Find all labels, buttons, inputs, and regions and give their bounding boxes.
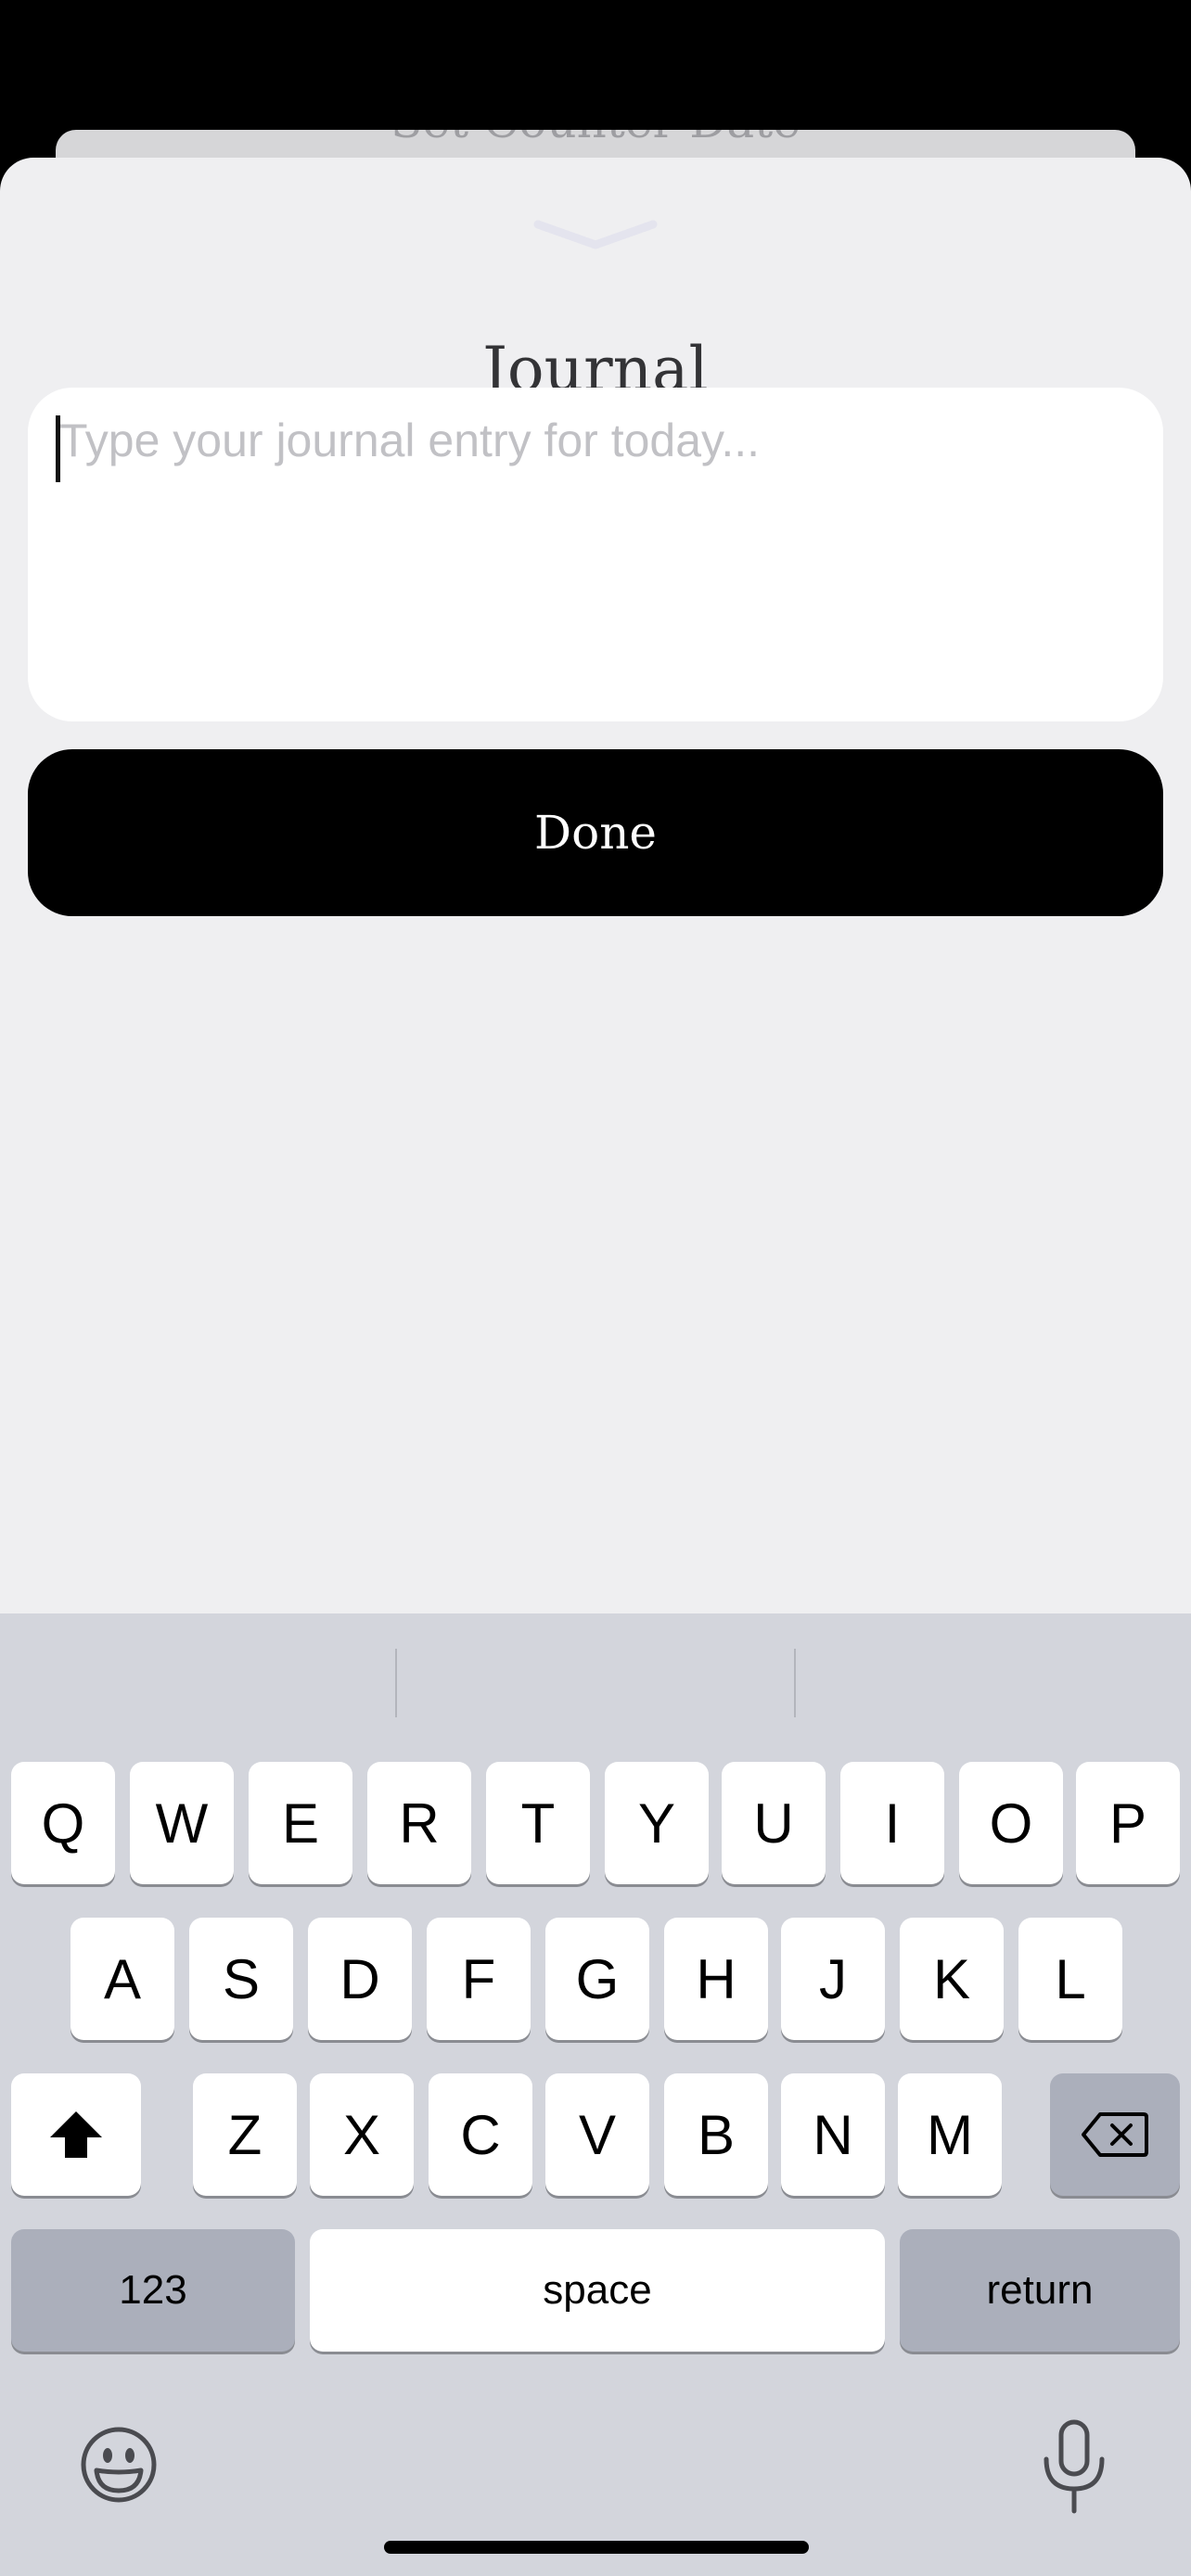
return-key[interactable]: return <box>900 2229 1180 2352</box>
key-c[interactable]: C <box>429 2073 532 2196</box>
key-n[interactable]: N <box>781 2073 885 2196</box>
journal-entry-input[interactable] <box>28 388 1163 721</box>
key-w[interactable]: W <box>130 1762 234 1884</box>
numbers-key[interactable]: 123 <box>11 2229 295 2352</box>
emoji-icon <box>81 2427 157 2503</box>
done-button[interactable]: Done <box>28 749 1163 916</box>
suggestion-divider <box>395 1649 397 1717</box>
key-t[interactable]: T <box>486 1762 590 1884</box>
key-l[interactable]: L <box>1018 1918 1122 2040</box>
space-key[interactable]: space <box>310 2229 885 2352</box>
key-u[interactable]: U <box>722 1762 826 1884</box>
key-a[interactable]: A <box>70 1918 174 2040</box>
emoji-button[interactable] <box>80 2426 158 2504</box>
delete-key[interactable] <box>1050 2073 1180 2196</box>
dictation-button[interactable] <box>1039 2418 1109 2515</box>
shift-key[interactable] <box>11 2073 141 2196</box>
key-j[interactable]: J <box>781 1918 885 2040</box>
key-r[interactable]: R <box>367 1762 471 1884</box>
keyboard: Q W E R T Y U I O P A S D F G H J K L Z … <box>0 1613 1191 2576</box>
home-indicator <box>384 2541 809 2554</box>
key-f[interactable]: F <box>427 1918 531 2040</box>
background-sheet-title: Set Counter Date <box>56 130 1135 148</box>
key-y[interactable]: Y <box>605 1762 709 1884</box>
suggestion-divider <box>794 1649 796 1717</box>
key-h[interactable]: H <box>664 1918 768 2040</box>
microphone-icon <box>1044 2419 1105 2514</box>
key-s[interactable]: S <box>189 1918 293 2040</box>
key-x[interactable]: X <box>310 2073 414 2196</box>
sheet-grabber-icon[interactable] <box>532 219 659 250</box>
key-e[interactable]: E <box>249 1762 352 1884</box>
key-b[interactable]: B <box>664 2073 768 2196</box>
key-g[interactable]: G <box>545 1918 649 2040</box>
key-v[interactable]: V <box>545 2073 649 2196</box>
key-o[interactable]: O <box>959 1762 1063 1884</box>
key-m[interactable]: M <box>898 2073 1002 2196</box>
backspace-icon <box>1082 2112 1148 2157</box>
key-i[interactable]: I <box>840 1762 944 1884</box>
key-z[interactable]: Z <box>193 2073 297 2196</box>
shift-icon <box>50 2111 102 2158</box>
key-p[interactable]: P <box>1076 1762 1180 1884</box>
text-caret <box>56 415 60 482</box>
key-q[interactable]: Q <box>11 1762 115 1884</box>
key-d[interactable]: D <box>308 1918 412 2040</box>
key-k[interactable]: K <box>900 1918 1004 2040</box>
